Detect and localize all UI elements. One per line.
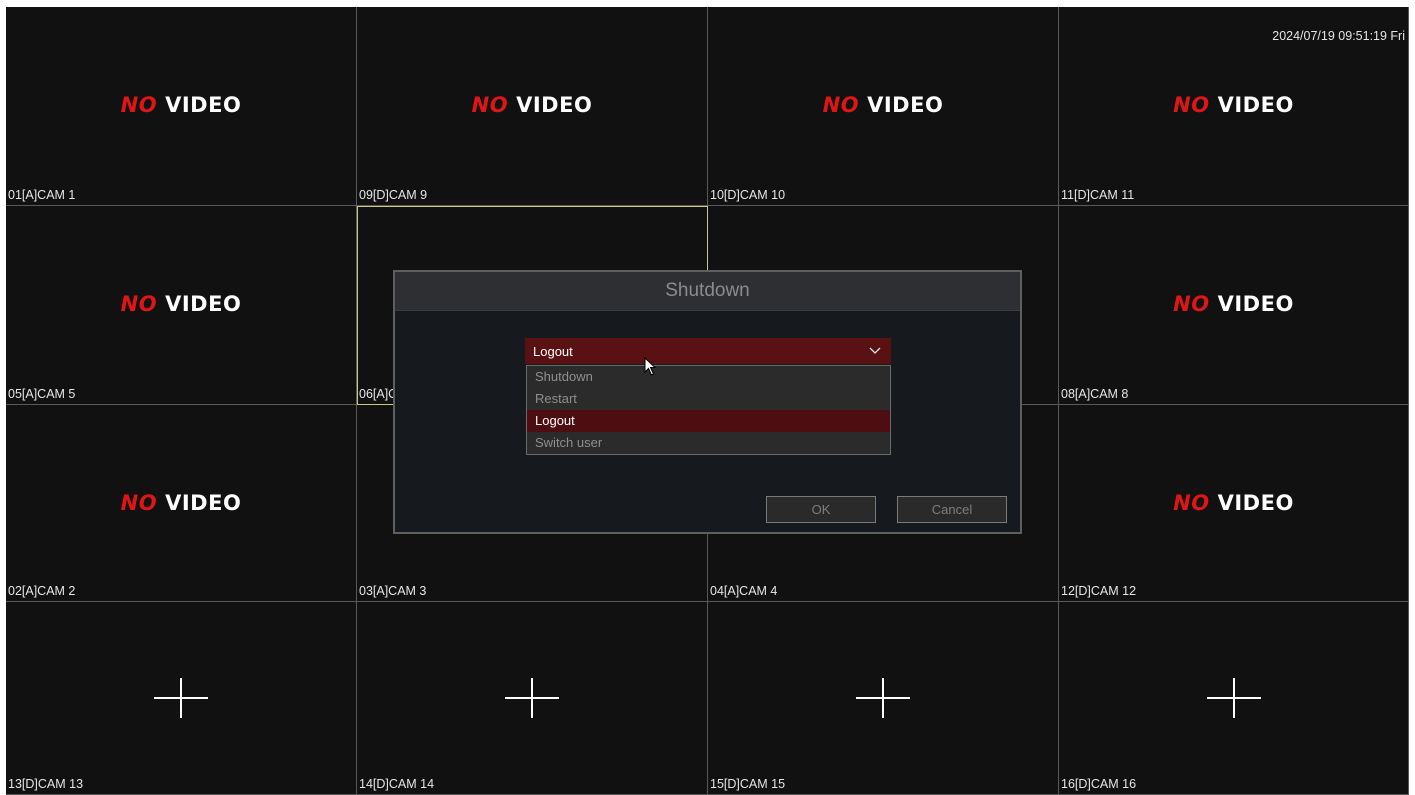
no-video-no-text: NO xyxy=(822,93,860,117)
no-video-indicator: NO VIDEO xyxy=(1059,93,1408,117)
camera-tile[interactable]: NO VIDEO 12[D]CAM 12 xyxy=(1059,405,1409,602)
no-video-indicator: NO VIDEO xyxy=(708,93,1058,117)
no-video-indicator: NO VIDEO xyxy=(1059,491,1408,515)
no-video-no-text: NO xyxy=(1173,93,1210,117)
camera-label: 13[D]CAM 13 xyxy=(8,777,84,791)
dropdown-list: Shutdown Restart Logout Switch user xyxy=(526,365,891,455)
no-video-video-text: VIDEO xyxy=(165,292,242,316)
no-video-no-text: NO xyxy=(1173,292,1210,316)
camera-label: 02[A]CAM 2 xyxy=(8,584,76,598)
mouse-pointer-icon xyxy=(644,357,657,376)
no-video-video-text: VIDEO xyxy=(1217,93,1294,117)
camera-tile[interactable]: NO VIDEO 01[A]CAM 1 xyxy=(6,7,357,206)
shutdown-dialog: Shutdown Logout Shutdown Restart Logout … xyxy=(393,270,1022,534)
option-restart[interactable]: Restart xyxy=(527,388,890,410)
camera-label: 14[D]CAM 14 xyxy=(359,777,435,791)
option-logout[interactable]: Logout xyxy=(527,410,890,432)
camera-label: 08[A]CAM 8 xyxy=(1061,387,1129,401)
add-camera-icon[interactable] xyxy=(505,678,559,718)
option-switch-user[interactable]: Switch user xyxy=(527,432,890,454)
camera-label: 03[A]CAM 3 xyxy=(359,584,427,598)
shutdown-action-select[interactable]: Logout xyxy=(525,338,891,364)
no-video-video-text: VIDEO xyxy=(165,491,242,515)
camera-tile[interactable]: NO VIDEO 08[A]CAM 8 xyxy=(1059,206,1409,405)
no-video-no-text: NO xyxy=(1173,491,1210,515)
select-value: Logout xyxy=(533,344,573,359)
option-shutdown[interactable]: Shutdown xyxy=(527,366,890,388)
no-video-indicator: NO VIDEO xyxy=(1059,292,1408,316)
no-video-no-text: NO xyxy=(120,292,158,316)
add-camera-icon[interactable] xyxy=(1206,678,1261,718)
camera-label: 11[D]CAM 11 xyxy=(1061,188,1135,202)
camera-label: 09[D]CAM 9 xyxy=(359,188,428,202)
camera-tile[interactable]: 13[D]CAM 13 xyxy=(6,602,357,795)
no-video-no-text: NO xyxy=(471,93,509,117)
no-video-video-text: VIDEO xyxy=(516,93,593,117)
no-video-indicator: NO VIDEO xyxy=(6,292,356,316)
camera-tile[interactable]: NO VIDEO 05[A]CAM 5 xyxy=(6,206,357,405)
ok-button[interactable]: OK xyxy=(766,496,876,523)
camera-label: 04[A]CAM 4 xyxy=(710,584,778,598)
no-video-video-text: VIDEO xyxy=(1217,491,1294,515)
camera-tile[interactable]: NO VIDEO 10[D]CAM 10 xyxy=(708,7,1059,206)
camera-label: 01[A]CAM 1 xyxy=(8,188,76,202)
camera-tile[interactable]: 14[D]CAM 14 xyxy=(357,602,708,795)
no-video-video-text: VIDEO xyxy=(165,93,242,117)
camera-label: 10[D]CAM 10 xyxy=(710,188,786,202)
camera-tile[interactable]: NO VIDEO 09[D]CAM 9 xyxy=(357,7,708,206)
no-video-no-text: NO xyxy=(120,491,158,515)
add-camera-icon[interactable] xyxy=(856,678,910,718)
camera-label: 05[A]CAM 5 xyxy=(8,387,76,401)
chevron-down-icon xyxy=(869,347,881,354)
no-video-video-text: VIDEO xyxy=(867,93,944,117)
camera-tile[interactable]: NO VIDEO 02[A]CAM 2 xyxy=(6,405,357,602)
camera-tile[interactable]: 16[D]CAM 16 xyxy=(1059,602,1409,795)
camera-label: 12[D]CAM 12 xyxy=(1061,584,1137,598)
camera-label: 16[D]CAM 16 xyxy=(1061,777,1137,791)
dialog-title: Shutdown xyxy=(395,272,1020,311)
no-video-no-text: NO xyxy=(120,93,158,117)
no-video-indicator: NO VIDEO xyxy=(6,93,356,117)
no-video-indicator: NO VIDEO xyxy=(6,491,356,515)
camera-tile[interactable]: 15[D]CAM 15 xyxy=(708,602,1059,795)
cancel-button[interactable]: Cancel xyxy=(897,496,1007,523)
no-video-video-text: VIDEO xyxy=(1217,292,1294,316)
datetime-display: 2024/07/19 09:51:19 Fri xyxy=(1272,29,1405,43)
camera-label: 15[D]CAM 15 xyxy=(710,777,786,791)
add-camera-icon[interactable] xyxy=(154,678,208,718)
no-video-indicator: NO VIDEO xyxy=(357,93,707,117)
